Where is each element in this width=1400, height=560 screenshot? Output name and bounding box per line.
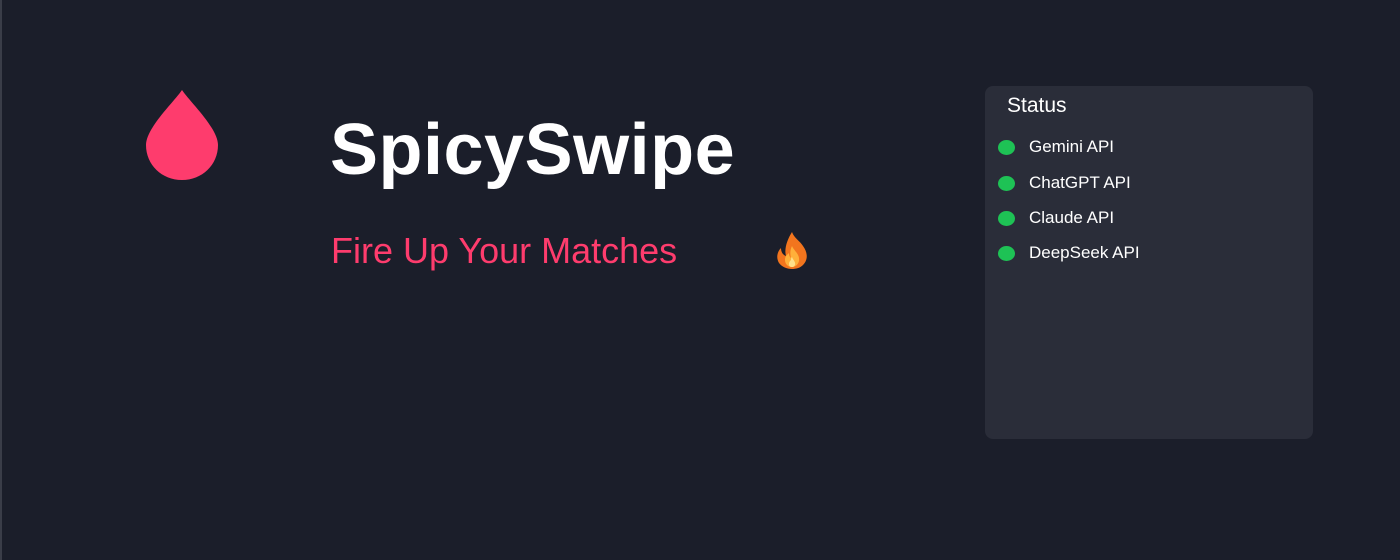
status-item-label: Gemini API	[1029, 137, 1115, 156]
status-item-deepseek: DeepSeek API	[998, 242, 1140, 264]
window-left-border	[0, 0, 2, 560]
status-dot-icon	[998, 175, 1015, 191]
drop-icon	[146, 90, 218, 180]
status-item-label: DeepSeek API	[1029, 243, 1140, 262]
status-dot-icon	[998, 139, 1015, 155]
status-dot-icon	[998, 245, 1015, 261]
tagline: Fire Up Your Matches	[331, 230, 678, 271]
status-item-claude: Claude API	[998, 207, 1114, 229]
status-item-gemini: Gemini API	[998, 136, 1114, 158]
status-item-label: ChatGPT API	[1029, 173, 1131, 192]
status-item-chatgpt: ChatGPT API	[998, 172, 1131, 194]
fire-icon	[777, 232, 807, 269]
status-title: Status	[1007, 94, 1067, 117]
status-item-label: Claude API	[1029, 208, 1115, 227]
status-panel: Status Gemini API ChatGPT API Claude API…	[985, 86, 1313, 439]
app-title: SpicySwipe	[330, 110, 736, 190]
status-dot-icon	[998, 210, 1015, 226]
